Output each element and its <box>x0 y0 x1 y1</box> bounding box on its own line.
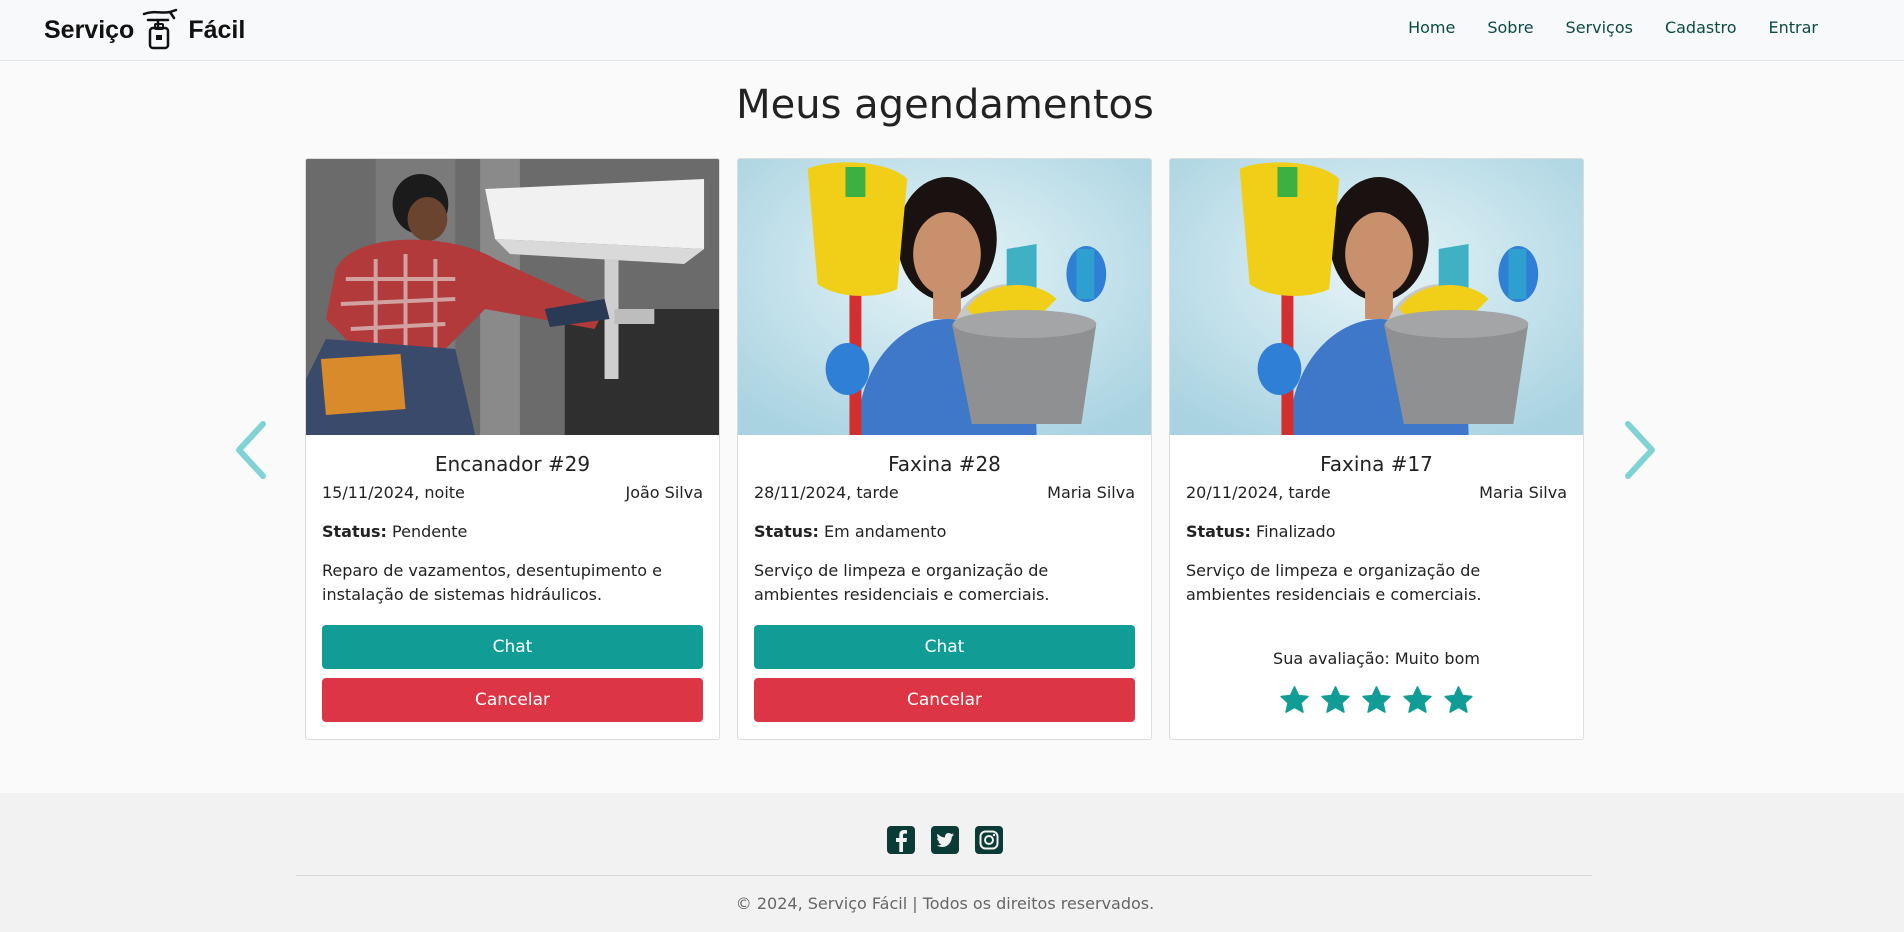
nav-cadastro[interactable]: Cadastro <box>1649 18 1753 37</box>
provider-name: Maria Silva <box>1479 483 1567 502</box>
nav-sobre[interactable]: Sobre <box>1471 18 1549 37</box>
rating-stars <box>1186 684 1567 717</box>
card-title: Faxina #28 <box>888 452 1001 476</box>
star-icon[interactable] <box>1442 684 1475 717</box>
footer-divider <box>296 875 1592 876</box>
brand-name-right: Fácil <box>188 15 246 44</box>
instagram-icon[interactable] <box>974 825 1004 855</box>
social-links <box>0 825 1890 855</box>
status-line: Status: Finalizado <box>1186 522 1567 541</box>
provider-name: João Silva <box>625 483 703 502</box>
status-label: Status: <box>754 522 819 541</box>
status-line: Status: Pendente <box>322 522 703 541</box>
main-nav: Home Sobre Serviços Cadastro Entrar <box>1392 0 1834 55</box>
star-icon[interactable] <box>1278 684 1311 717</box>
appointment-card: Faxina #17 20/11/2024, tarde Maria Silva… <box>1169 158 1584 740</box>
top-navbar: Serviço Fácil Home Sobre Serviços Cadast… <box>0 0 1904 61</box>
status-value: Finalizado <box>1256 522 1336 541</box>
status-label: Status: <box>322 522 387 541</box>
star-icon[interactable] <box>1360 684 1393 717</box>
chevron-left-icon <box>236 421 266 479</box>
carousel-prev-button[interactable] <box>233 420 273 480</box>
card-title: Encanador #29 <box>434 452 591 476</box>
service-description: Serviço de limpeza e organização de ambi… <box>1186 561 1482 604</box>
cleaner-photo <box>1170 159 1583 435</box>
copyright-text: © 2024, Serviço Fácil | Todos os direito… <box>735 894 1155 913</box>
carousel-next-button[interactable] <box>1618 420 1658 480</box>
chat-button[interactable]: Chat <box>754 625 1135 669</box>
rating-label: Sua avaliação: Muito bom <box>1273 649 1480 668</box>
status-line: Status: Em andamento <box>754 522 1135 541</box>
star-icon[interactable] <box>1401 684 1434 717</box>
brand-logo[interactable]: Serviço Fácil <box>44 6 245 54</box>
cleaner-photo <box>738 159 1151 435</box>
status-label: Status: <box>1186 522 1251 541</box>
appointment-card: Faxina #28 28/11/2024, tarde Maria Silva… <box>737 158 1152 740</box>
appointment-date: 28/11/2024, tarde <box>754 483 899 502</box>
nav-servicos[interactable]: Serviços <box>1550 18 1649 37</box>
facebook-icon[interactable] <box>886 825 916 855</box>
toolbox-logo-icon <box>140 8 182 52</box>
appointment-date: 15/11/2024, noite <box>322 483 465 502</box>
appointment-date: 20/11/2024, tarde <box>1186 483 1331 502</box>
twitter-icon[interactable] <box>930 825 960 855</box>
nav-home[interactable]: Home <box>1392 18 1471 37</box>
brand-name-left: Serviço <box>44 15 135 44</box>
service-description: Reparo de vazamentos, desentupimento e i… <box>322 561 662 604</box>
cancel-button[interactable]: Cancelar <box>754 678 1135 722</box>
provider-name: Maria Silva <box>1047 483 1135 502</box>
page-title: Meus agendamentos <box>736 82 1154 128</box>
star-icon[interactable] <box>1319 684 1352 717</box>
cancel-button[interactable]: Cancelar <box>322 678 703 722</box>
nav-entrar[interactable]: Entrar <box>1753 18 1834 37</box>
status-value: Em andamento <box>824 522 947 541</box>
plumber-photo <box>306 159 719 435</box>
chevron-right-icon <box>1625 421 1655 479</box>
appointment-card: Encanador #29 15/11/2024, noite João Sil… <box>305 158 720 740</box>
footer: © 2024, Serviço Fácil | Todos os direito… <box>0 793 1904 932</box>
status-value: Pendente <box>392 522 468 541</box>
service-description: Serviço de limpeza e organização de ambi… <box>754 561 1050 604</box>
card-title: Faxina #17 <box>1320 452 1433 476</box>
chat-button[interactable]: Chat <box>322 625 703 669</box>
